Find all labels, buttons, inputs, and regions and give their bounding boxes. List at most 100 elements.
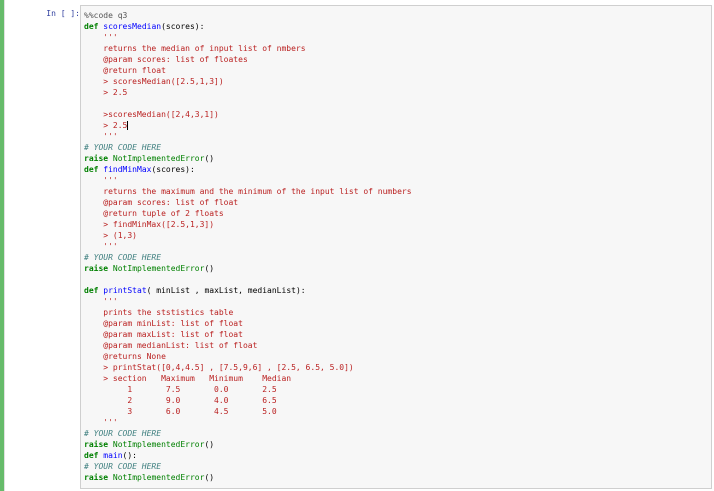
code-token: findMinMax: [103, 165, 152, 174]
code-token: # YOUR CODE HERE: [84, 253, 162, 262]
code-token: def: [84, 22, 99, 31]
code-line[interactable]: @param maxList: list of float: [84, 329, 711, 340]
code-token: returns the maximum and the minimum of t…: [84, 187, 412, 196]
code-line[interactable]: # YOUR CODE HERE: [84, 142, 711, 153]
code-line[interactable]: 2 9.0 4.0 6.5: [84, 395, 711, 406]
code-token: main: [103, 451, 123, 460]
code-line[interactable]: ''': [84, 175, 711, 186]
code-token: ''': [84, 176, 118, 185]
code-token: > 2.5: [84, 88, 128, 97]
code-line[interactable]: >scoresMedian([2,4,3,1]): [84, 109, 711, 120]
code-token: ''': [84, 242, 118, 251]
code-token: ():: [122, 451, 137, 460]
code-line[interactable]: raise NotImplementedError(): [84, 153, 711, 164]
cell-prompt: In [ ]:: [46, 9, 80, 18]
code-line[interactable]: [84, 98, 711, 109]
code-token: 2 9.0 4.0 6.5: [84, 396, 277, 405]
code-line[interactable]: > scoresMedian([2.5,1,3]): [84, 76, 711, 87]
code-token: def: [84, 165, 99, 174]
code-token: prints the ststistics table: [84, 308, 234, 317]
code-token: @param minList: list of float: [84, 319, 243, 328]
code-line[interactable]: # YOUR CODE HERE: [84, 428, 711, 439]
code-token: @return float: [84, 66, 166, 75]
code-line[interactable]: [84, 274, 711, 285]
code-token: (): [204, 440, 215, 449]
code-line[interactable]: > 2.5: [84, 120, 711, 131]
code-editor[interactable]: %%code q3 def scoresMedian(scores): ''' r…: [80, 5, 712, 489]
code-line[interactable]: @param minList: list of float: [84, 318, 711, 329]
code-token: (): [204, 264, 215, 273]
code-line[interactable]: ''': [84, 32, 711, 43]
code-token: (scores):: [151, 165, 195, 174]
code-line[interactable]: prints the ststistics table: [84, 307, 711, 318]
code-token: raise: [84, 264, 109, 273]
code-token: > findMinMax([2.5,1,3]): [84, 220, 215, 229]
code-token: 3 6.0 4.5 5.0: [84, 407, 277, 416]
code-token: NotImplementedError: [112, 154, 205, 163]
code-line[interactable]: def main():: [84, 450, 711, 461]
code-line[interactable]: returns the maximum and the minimum of t…: [84, 186, 711, 197]
code-line[interactable]: > 2.5: [84, 87, 711, 98]
code-line[interactable]: @param scores: list of float: [84, 197, 711, 208]
code-token: @param medianList: list of float: [84, 341, 258, 350]
code-line[interactable]: def findMinMax(scores):: [84, 164, 711, 175]
code-token: ''': [84, 297, 118, 306]
code-token: # YOUR CODE HERE: [84, 143, 162, 152]
code-line[interactable]: ''': [84, 417, 711, 428]
code-line[interactable]: # YOUR CODE HERE: [84, 461, 711, 472]
code-line[interactable]: > (1,3): [84, 230, 711, 241]
code-token: def: [84, 451, 99, 460]
code-line[interactable]: > section Maximum Minimum Median: [84, 373, 711, 384]
code-line[interactable]: @return float: [84, 65, 711, 76]
code-token: > 2.5: [84, 121, 128, 130]
code-token: returns the median of input list of nmbe…: [84, 44, 306, 53]
code-token: ''': [84, 418, 118, 427]
code-line[interactable]: def printStat( minList , maxList, median…: [84, 285, 711, 296]
code-line[interactable]: > findMinMax([2.5,1,3]): [84, 219, 711, 230]
code-token: @return tuple of 2 floats: [84, 209, 224, 218]
code-line[interactable]: 3 6.0 4.5 5.0: [84, 406, 711, 417]
code-token: def: [84, 286, 99, 295]
code-token: @param maxList: list of float: [84, 330, 243, 339]
code-token: ''': [84, 33, 118, 42]
code-token: >scoresMedian([2,4,3,1]): [84, 110, 219, 119]
code-line[interactable]: raise NotImplementedError(): [84, 472, 711, 483]
code-line[interactable]: @return tuple of 2 floats: [84, 208, 711, 219]
code-token: NotImplementedError: [112, 473, 205, 482]
code-token: NotImplementedError: [112, 440, 205, 449]
code-line[interactable]: ''': [84, 241, 711, 252]
code-token: %%code q3: [84, 11, 128, 20]
code-token: (): [204, 154, 215, 163]
code-line[interactable]: ''': [84, 296, 711, 307]
code-token: @param scores: list of float: [84, 198, 239, 207]
code-line[interactable]: # YOUR CODE HERE: [84, 252, 711, 263]
code-line[interactable]: def scoresMedian(scores):: [84, 21, 711, 32]
code-token: ( minList , maxList, medianList):: [146, 286, 306, 295]
code-line[interactable]: raise NotImplementedError(): [84, 439, 711, 450]
code-token: raise: [84, 473, 109, 482]
code-token: 1 7.5 0.0 2.5: [84, 385, 277, 394]
code-token: # YOUR CODE HERE: [84, 462, 162, 471]
code-token: raise: [84, 154, 109, 163]
code-line[interactable]: @param scores: list of floates: [84, 54, 711, 65]
code-token: scoresMedian: [103, 22, 162, 31]
code-line[interactable]: %%code q3: [84, 10, 711, 21]
code-line[interactable]: @param medianList: list of float: [84, 340, 711, 351]
code-token: @param scores: list of floates: [84, 55, 248, 64]
code-line[interactable]: raise NotImplementedError(): [84, 263, 711, 274]
code-token: NotImplementedError: [112, 264, 205, 273]
code-line[interactable]: > printStat([0,4,4.5] , [7.5,9,6] , [2.5…: [84, 362, 711, 373]
code-token: raise: [84, 440, 109, 449]
code-token: > scoresMedian([2.5,1,3]): [84, 77, 224, 86]
text-cursor: [127, 121, 129, 130]
code-line[interactable]: ''': [84, 131, 711, 142]
code-token: @returns None: [84, 352, 166, 361]
code-token: > section Maximum Minimum Median: [84, 374, 292, 383]
code-lines: %%code q3 def scoresMedian(scores): ''' r…: [84, 10, 711, 483]
code-token: ''': [84, 132, 118, 141]
code-line[interactable]: @returns None: [84, 351, 711, 362]
code-token: > (1,3): [84, 231, 137, 240]
code-line[interactable]: returns the median of input list of nmbe…: [84, 43, 711, 54]
code-token: (scores):: [161, 22, 205, 31]
code-line[interactable]: 1 7.5 0.0 2.5: [84, 384, 711, 395]
